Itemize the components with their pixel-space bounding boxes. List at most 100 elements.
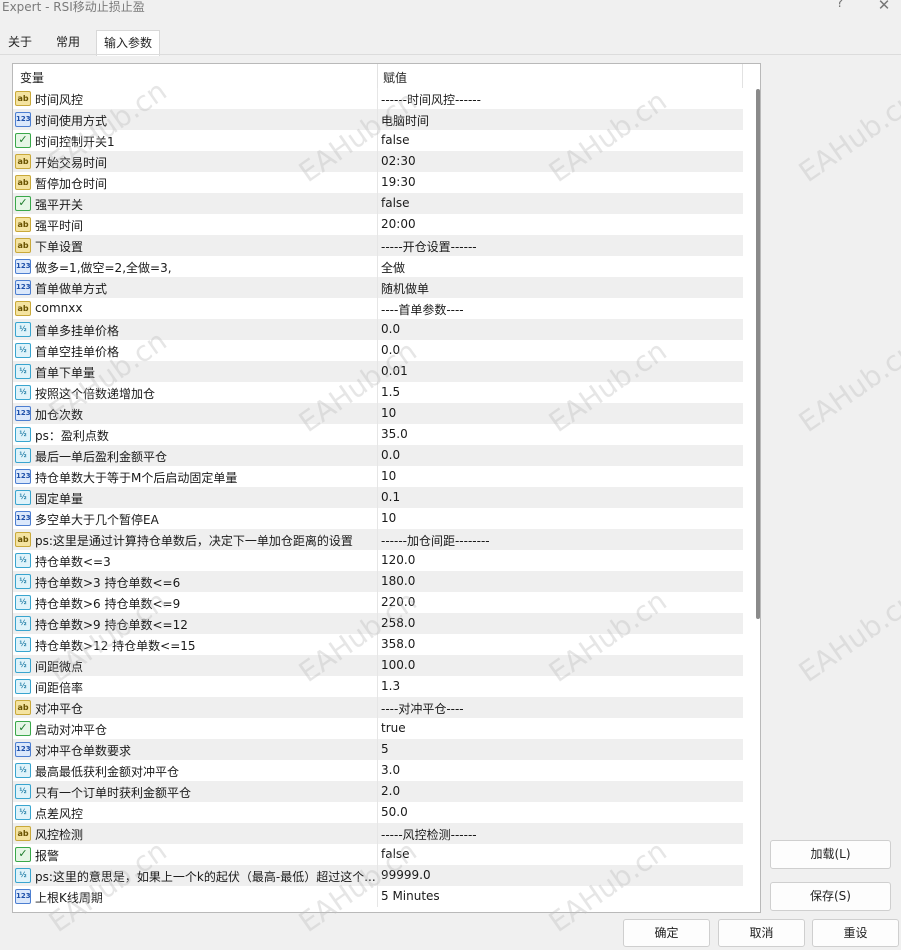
parameter-value[interactable]: false — [381, 847, 410, 861]
table-row[interactable]: ab 风控检测 -----风控检测------ — [13, 823, 743, 844]
table-row[interactable]: ½ 持仓单数>9 持仓单数<=12 258.0 — [13, 613, 743, 634]
parameters-table[interactable]: 变量 赋值 ab 时间风控 ------时间风控------ 123 时间使用方式 电脑时… — [12, 63, 761, 913]
table-row[interactable]: ½ 首单空挂单价格 0.0 — [13, 340, 743, 361]
parameter-value[interactable]: 10 — [381, 406, 396, 420]
parameter-value[interactable]: 1.5 — [381, 385, 400, 399]
parameter-value[interactable]: true — [381, 721, 406, 735]
table-row[interactable]: 123 做多=1,做空=2,全做=3, 全做 — [13, 256, 743, 277]
column-divider — [377, 403, 378, 424]
load-button[interactable]: 加载(L) — [770, 840, 891, 869]
table-row[interactable]: ab comnxx ----首单参数---- — [13, 298, 743, 319]
parameter-value[interactable]: 2.0 — [381, 784, 400, 798]
help-icon[interactable]: ? — [828, 0, 852, 14]
vertical-scrollbar[interactable] — [756, 89, 760, 619]
column-header-value[interactable]: 赋值 — [383, 69, 407, 86]
parameter-value[interactable]: 99999.0 — [381, 868, 431, 882]
table-row[interactable]: 123 首单做单方式 随机做单 — [13, 277, 743, 298]
column-divider — [377, 298, 378, 319]
tab-common[interactable]: 常用 — [44, 30, 92, 55]
parameter-value[interactable]: 220.0 — [381, 595, 415, 609]
table-row[interactable]: 123 持仓单数大于等于M个后启动固定单量 10 — [13, 466, 743, 487]
table-row[interactable]: ½ 持仓单数>3 持仓单数<=6 180.0 — [13, 571, 743, 592]
parameter-value[interactable]: 5 Minutes — [381, 889, 440, 903]
parameter-value[interactable]: 电脑时间 — [381, 112, 429, 129]
table-row[interactable]: ab 对冲平仓 ----对冲平仓---- — [13, 697, 743, 718]
parameter-value[interactable]: 0.01 — [381, 364, 408, 378]
parameter-value[interactable]: false — [381, 196, 410, 210]
table-row[interactable]: ½ 固定单量 0.1 — [13, 487, 743, 508]
table-row[interactable]: ½ 间距倍率 1.3 — [13, 676, 743, 697]
table-row[interactable]: ½ 只有一个订单时获利金额平仓 2.0 — [13, 781, 743, 802]
cancel-button[interactable]: 取消 — [718, 919, 805, 947]
parameter-value[interactable]: 258.0 — [381, 616, 415, 630]
table-row[interactable]: ½ 首单下单量 0.01 — [13, 361, 743, 382]
table-row[interactable]: ½ 持仓单数>12 持仓单数<=15 358.0 — [13, 634, 743, 655]
parameter-value[interactable]: 35.0 — [381, 427, 408, 441]
table-row[interactable]: ½ 首单多挂单价格 0.0 — [13, 319, 743, 340]
reset-button[interactable]: 重设 — [812, 919, 899, 947]
table-row[interactable]: 123 上根K线周期 5 Minutes — [13, 886, 743, 907]
column-header-variable[interactable]: 变量 — [20, 69, 44, 86]
parameter-value[interactable]: 358.0 — [381, 637, 415, 651]
parameter-value[interactable]: 随机做单 — [381, 280, 429, 297]
table-row[interactable]: ✓ 时间控制开关1 false — [13, 130, 743, 151]
table-row[interactable]: ½ 持仓单数<=3 120.0 — [13, 550, 743, 571]
tab-about[interactable]: 关于 — [0, 30, 40, 55]
table-row[interactable]: 123 加仓次数 10 — [13, 403, 743, 424]
parameter-value[interactable]: 10 — [381, 469, 396, 483]
parameter-value[interactable]: ----首单参数---- — [381, 301, 464, 318]
table-row[interactable]: ½ 最后一单后盈利金额平仓 0.0 — [13, 445, 743, 466]
ok-button[interactable]: 确定 — [623, 919, 710, 947]
parameter-value[interactable]: -----风控检测------ — [381, 826, 477, 843]
integer-type-icon: 123 — [15, 406, 31, 421]
parameter-value[interactable]: 02:30 — [381, 154, 416, 168]
parameter-value[interactable]: 5 — [381, 742, 389, 756]
parameter-value[interactable]: ------时间风控------ — [381, 91, 481, 108]
parameter-value[interactable]: 10 — [381, 511, 396, 525]
table-row[interactable]: 123 时间使用方式 电脑时间 — [13, 109, 743, 130]
parameter-value[interactable]: 1.3 — [381, 679, 400, 693]
parameter-value[interactable]: 120.0 — [381, 553, 415, 567]
table-row[interactable]: ✓ 报警 false — [13, 844, 743, 865]
parameter-value[interactable]: 0.0 — [381, 343, 400, 357]
table-row[interactable]: ab ps:这里是通过计算持仓单数后，决定下一单加仓距离的设置 ------加仓间距… — [13, 529, 743, 550]
parameter-value[interactable]: 100.0 — [381, 658, 415, 672]
table-row[interactable]: ✓ 强平开关 false — [13, 193, 743, 214]
parameter-value[interactable]: 0.0 — [381, 448, 400, 462]
parameter-value[interactable]: 全做 — [381, 259, 405, 276]
table-row[interactable]: ½ 间距微点 100.0 — [13, 655, 743, 676]
table-row[interactable]: 123 对冲平仓单数要求 5 — [13, 739, 743, 760]
parameter-value[interactable]: 180.0 — [381, 574, 415, 588]
table-row[interactable]: ab 暂停加仓时间 19:30 — [13, 172, 743, 193]
table-row[interactable]: ab 时间风控 ------时间风控------ — [13, 88, 743, 109]
double-type-icon: ½ — [15, 616, 31, 631]
table-row[interactable]: ½ 最高最低获利金额对冲平仓 3.0 — [13, 760, 743, 781]
column-divider[interactable] — [377, 64, 378, 88]
parameter-value[interactable]: ----对冲平仓---- — [381, 700, 464, 717]
table-row[interactable]: ½ ps:这里的意思是，如果上一个k的起伏（最高-最低）超过这个... 99999.… — [13, 865, 743, 886]
parameter-value[interactable]: 50.0 — [381, 805, 408, 819]
table-row[interactable]: ab 下单设置 -----开仓设置------ — [13, 235, 743, 256]
parameter-value[interactable]: 0.0 — [381, 322, 400, 336]
double-type-icon: ½ — [15, 595, 31, 610]
parameter-value[interactable]: false — [381, 133, 410, 147]
close-icon[interactable]: ✕ — [872, 0, 896, 14]
parameter-name: 时间控制开关1 — [35, 135, 115, 149]
parameter-value[interactable]: 0.1 — [381, 490, 400, 504]
table-row[interactable]: ½ 点差风控 50.0 — [13, 802, 743, 823]
parameter-value[interactable]: 19:30 — [381, 175, 416, 189]
table-row[interactable]: ab 开始交易时间 02:30 — [13, 151, 743, 172]
parameter-value[interactable]: 3.0 — [381, 763, 400, 777]
table-row[interactable]: 123 多空单大于几个暂停EA 10 — [13, 508, 743, 529]
tab-bar: 关于 常用 输入参数 — [0, 30, 901, 56]
parameter-value[interactable]: -----开仓设置------ — [381, 238, 477, 255]
table-row[interactable]: ½ 按照这个倍数递增加仓 1.5 — [13, 382, 743, 403]
tab-inputs[interactable]: 输入参数 — [96, 30, 160, 56]
table-row[interactable]: ½ ps：盈利点数 35.0 — [13, 424, 743, 445]
table-row[interactable]: ✓ 启动对冲平仓 true — [13, 718, 743, 739]
table-row[interactable]: ab 强平时间 20:00 — [13, 214, 743, 235]
save-button[interactable]: 保存(S) — [770, 882, 891, 911]
parameter-value[interactable]: ------加仓间距-------- — [381, 532, 490, 549]
parameter-value[interactable]: 20:00 — [381, 217, 416, 231]
table-row[interactable]: ½ 持仓单数>6 持仓单数<=9 220.0 — [13, 592, 743, 613]
